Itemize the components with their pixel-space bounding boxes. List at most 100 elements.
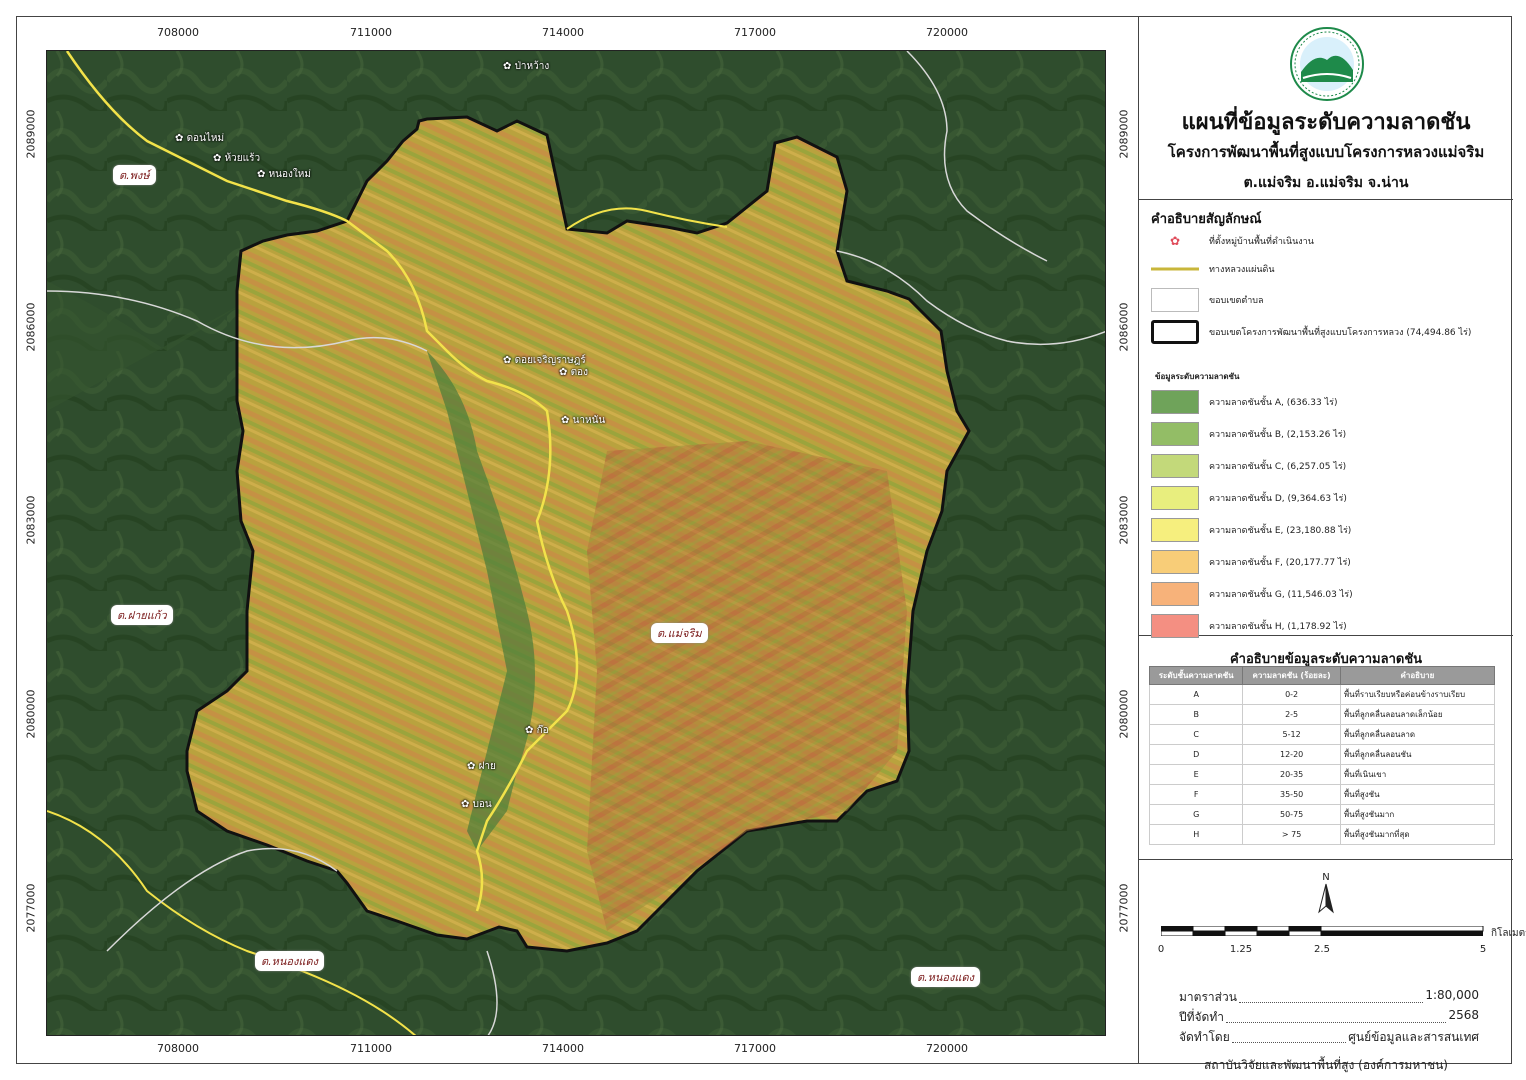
y-tick: 2077000 (1117, 883, 1131, 933)
table-cell: E (1148, 764, 1244, 785)
village-marker[interactable]: ✿ บอน (461, 797, 492, 812)
scale-label: 1.25 (1229, 944, 1253, 955)
table-cell: 35-50 (1242, 784, 1341, 805)
y-tick: 2080000 (1117, 689, 1131, 739)
tambon-label: ต.พงษ์ (113, 165, 156, 185)
info-value: 2568 (1448, 1008, 1479, 1022)
slope-class-c: ความลาดชันชั้น C, (6,257.05 ไร่) (1151, 454, 1346, 478)
village-marker[interactable]: ✿ หนองใหม่ (257, 167, 311, 182)
table-header: ระดับชั้นความลาดชัน (1148, 666, 1244, 685)
village-name: ฝาย (478, 761, 496, 772)
tambon-swatch (1151, 288, 1199, 312)
village-marker[interactable]: ✿ ตอง (559, 365, 588, 380)
location-title: ต.แม่จริม อ.แม่จริม จ.น่าน (1243, 175, 1409, 191)
table-header: คำอธิบาย (1339, 666, 1496, 685)
table-row: A 0-2 พื้นที่ราบเรียบหรือค่อนข้างราบเรียบ (1148, 684, 1496, 705)
slope-class-label: ความลาดชันชั้น B, (2,153.26 ไร่) (1209, 430, 1347, 440)
table-cell: > 75 (1242, 824, 1341, 845)
village-name: นาหนัน (572, 415, 606, 426)
x-tick: 708000 (157, 26, 199, 39)
table-row: F 35-50 พื้นที่สูงชัน (1148, 784, 1496, 805)
village-marker[interactable]: ✿ ก๊อ (525, 723, 549, 738)
village-name: ดอนไหม่ (186, 133, 225, 144)
legend-label: ทางหลวงแผ่นดิน (1209, 265, 1275, 275)
table-cell: พื้นที่ราบเรียบหรือค่อนข้างราบเรียบ (1339, 684, 1496, 705)
info-label: จัดทำโดย (1179, 1030, 1230, 1044)
table-cell: 50-75 (1242, 804, 1341, 825)
village-marker[interactable]: ✿ ป่าหว้าง (503, 59, 549, 74)
village-name: บอน (472, 799, 492, 810)
table-cell: 12-20 (1242, 744, 1341, 765)
village-marker[interactable]: ✿ ห้วยแร้ว (213, 151, 260, 166)
map-canvas[interactable]: ✿ ป่าหว้าง ✿ ดอนไหม่ ✿ ห้วยแร้ว ✿ หนองให… (46, 50, 1106, 1036)
table-row: C 5-12 พื้นที่ลูกคลื่นลอนลาด (1148, 724, 1496, 745)
village-marker[interactable]: ✿ ฝาย (467, 759, 496, 774)
side-panel: แผนที่ข้อมูลระดับความลาดชัน โครงการพัฒนา… (1138, 16, 1526, 1072)
table-row: B 2-5 พื้นที่ลูกคลื่นลอนลาดเล็กน้อย (1148, 704, 1496, 725)
road-line-icon (1151, 267, 1199, 271)
y-tick: 2089000 (1117, 109, 1131, 159)
slope-swatch (1151, 422, 1199, 446)
scale-label: 5 (1479, 944, 1487, 955)
slope-class-b: ความลาดชันชั้น B, (2,153.26 ไร่) (1151, 422, 1346, 446)
slope-class-e: ความลาดชันชั้น E, (23,180.88 ไร่) (1151, 518, 1351, 542)
table-cell: A (1148, 684, 1244, 705)
legend-project: ขอบเขตโครงการพัฒนาพื้นที่สูงแบบโครงการหล… (1151, 320, 1471, 344)
legend: คำอธิบายสัญลักษณ์ ✿ ที่ตั้งหมู่บ้านพื้นท… (1139, 200, 1513, 638)
slope-swatch (1151, 614, 1199, 638)
table-cell: H (1148, 824, 1244, 845)
institute-name: สถาบันวิจัยและพัฒนาพื้นที่สูง (องค์การมห… (1203, 1058, 1448, 1072)
title-block: แผนที่ข้อมูลระดับความลาดชัน โครงการพัฒนา… (1139, 16, 1513, 200)
slope-class-label: ความลาดชันชั้น F, (20,177.77 ไร่) (1209, 558, 1351, 568)
table-cell: พื้นที่ลูกคลื่นลอนลาดเล็กน้อย (1339, 704, 1496, 725)
table-cell: 5-12 (1242, 724, 1341, 745)
table-row: H > 75 พื้นที่สูงชันมากที่สุด (1148, 824, 1496, 845)
x-tick: 711000 (350, 1042, 392, 1055)
scale-label: 0 (1157, 944, 1165, 955)
table-row: G 50-75 พื้นที่สูงชันมาก (1148, 804, 1496, 825)
info-year: ปีที่จัดทำ 2568 (1179, 1008, 1479, 1027)
table-row: D 12-20 พื้นที่ลูกคลื่นลอนชัน (1148, 744, 1496, 765)
table-cell: พื้นที่เนินเขา (1339, 764, 1496, 785)
y-tick: 2080000 (24, 689, 38, 739)
village-marker[interactable]: ✿ นาหนัน (561, 413, 605, 428)
x-tick: 717000 (734, 1042, 776, 1055)
legend-village: ✿ ที่ตั้งหมู่บ้านพื้นที่ดำเนินงาน (1151, 234, 1314, 248)
x-tick: 720000 (926, 26, 968, 39)
village-marker-icon: ✿ (1169, 234, 1181, 248)
y-tick: 2089000 (24, 109, 38, 159)
slope-description: คำอธิบายข้อมูลระดับความลาดชัน ระดับชั้นค… (1139, 636, 1513, 860)
legend-label: ที่ตั้งหมู่บ้านพื้นที่ดำเนินงาน (1209, 237, 1314, 247)
x-tick: 717000 (734, 26, 776, 39)
tambon-label: ต.หนองแดง (911, 967, 980, 987)
info-value: ศูนย์ข้อมูลและสารสนเทศ (1348, 1030, 1479, 1044)
slope-class-label: ความลาดชันชั้น H, (1,178.92 ไร่) (1209, 622, 1347, 632)
slope-class-label: ความลาดชันชั้น C, (6,257.05 ไร่) (1209, 462, 1347, 472)
table-cell: พื้นที่สูงชันมากที่สุด (1339, 824, 1496, 845)
map-page: 708000 711000 714000 717000 720000 70800… (0, 0, 1526, 1080)
x-tick: 714000 (542, 26, 584, 39)
slope-swatch (1151, 550, 1199, 574)
legend-title: คำอธิบายสัญลักษณ์ (1151, 212, 1262, 227)
table-header: ความลาดชัน (ร้อยละ) (1242, 666, 1341, 685)
info-label: มาตราส่วน (1179, 990, 1237, 1004)
table-cell: B (1148, 704, 1244, 725)
slope-class-h: ความลาดชันชั้น H, (1,178.92 ไร่) (1151, 614, 1347, 638)
slope-class-label: ความลาดชันชั้น A, (636.33 ไร่) (1209, 398, 1338, 408)
table-cell: พื้นที่ลูกคลื่นลอนลาด (1339, 724, 1496, 745)
hrdi-logo-icon (1290, 27, 1364, 101)
village-name: ห้วยแร้ว (224, 153, 261, 164)
slope-class-label: ความลาดชันชั้น E, (23,180.88 ไร่) (1209, 526, 1352, 536)
village-marker[interactable]: ✿ ดอนไหม่ (175, 131, 224, 146)
table-cell: 0-2 (1242, 684, 1341, 705)
slope-swatch (1151, 454, 1199, 478)
slope-class-f: ความลาดชันชั้น F, (20,177.77 ไร่) (1151, 550, 1351, 574)
project-title: โครงการพัฒนาพื้นที่สูงแบบโครงการหลวงแม่จ… (1167, 143, 1485, 161)
slope-table: ระดับชั้นความลาดชัน ความลาดชัน (ร้อยละ) … (1148, 666, 1496, 845)
village-name: หนองใหม่ (268, 169, 311, 180)
table-cell: F (1148, 784, 1244, 805)
table-cell: D (1148, 744, 1244, 765)
table-cell: 2-5 (1242, 704, 1341, 725)
x-tick: 708000 (157, 1042, 199, 1055)
x-tick: 711000 (350, 26, 392, 39)
